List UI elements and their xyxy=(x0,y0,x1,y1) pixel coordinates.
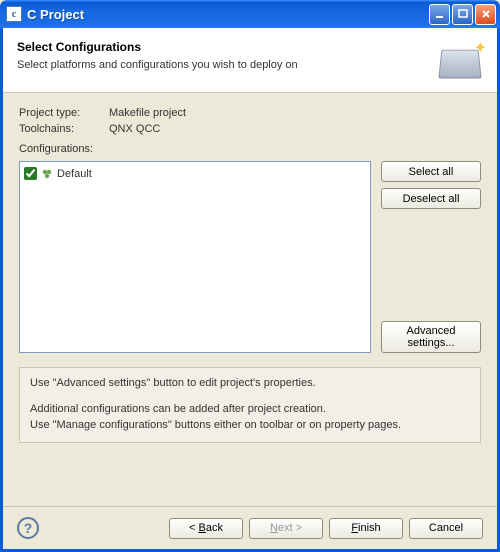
page-subtitle: Select platforms and configurations you … xyxy=(17,59,432,71)
minimize-button[interactable] xyxy=(429,4,450,25)
window-title: C Project xyxy=(27,7,429,22)
button-bar: ? < Back Next > Finish Cancel xyxy=(3,506,497,549)
project-type-value: Makefile project xyxy=(109,107,186,119)
select-all-button[interactable]: Select all xyxy=(381,161,481,182)
config-checkbox[interactable] xyxy=(24,167,37,180)
wizard-header: Select Configurations Select platforms a… xyxy=(3,28,497,93)
window-controls xyxy=(429,4,496,25)
cancel-button[interactable]: Cancel xyxy=(409,518,483,539)
info-text: Use "Advanced settings" button to edit p… xyxy=(30,376,470,392)
title-bar: c C Project xyxy=(0,0,500,28)
configurations-label: Configurations: xyxy=(19,143,481,155)
page-title: Select Configurations xyxy=(17,40,432,54)
deselect-all-button[interactable]: Deselect all xyxy=(381,188,481,209)
back-button[interactable]: < Back xyxy=(169,518,243,539)
next-button: Next > xyxy=(249,518,323,539)
info-text: Additional configurations can be added a… xyxy=(30,403,326,415)
close-button[interactable] xyxy=(475,4,496,25)
advanced-settings-button[interactable]: Advanced settings... xyxy=(381,321,481,353)
config-icon xyxy=(41,168,53,180)
help-button[interactable]: ? xyxy=(17,517,39,539)
app-icon: c xyxy=(6,6,22,22)
toolchains-value: QNX QCC xyxy=(109,123,160,135)
list-item[interactable]: Default xyxy=(24,166,366,181)
toolchains-label: Toolchains: xyxy=(19,123,109,135)
info-text: Use "Manage configurations" buttons eith… xyxy=(30,419,401,431)
maximize-button[interactable] xyxy=(452,4,473,25)
project-type-label: Project type: xyxy=(19,107,109,119)
configurations-list[interactable]: Default xyxy=(19,161,371,353)
wizard-banner-icon: ✦ xyxy=(440,40,485,82)
dialog-body: Select Configurations Select platforms a… xyxy=(0,28,500,552)
info-panel: Use "Advanced settings" button to edit p… xyxy=(19,367,481,443)
content-area: Project type: Makefile project Toolchain… xyxy=(3,93,497,506)
config-label: Default xyxy=(57,168,92,180)
finish-button[interactable]: Finish xyxy=(329,518,403,539)
